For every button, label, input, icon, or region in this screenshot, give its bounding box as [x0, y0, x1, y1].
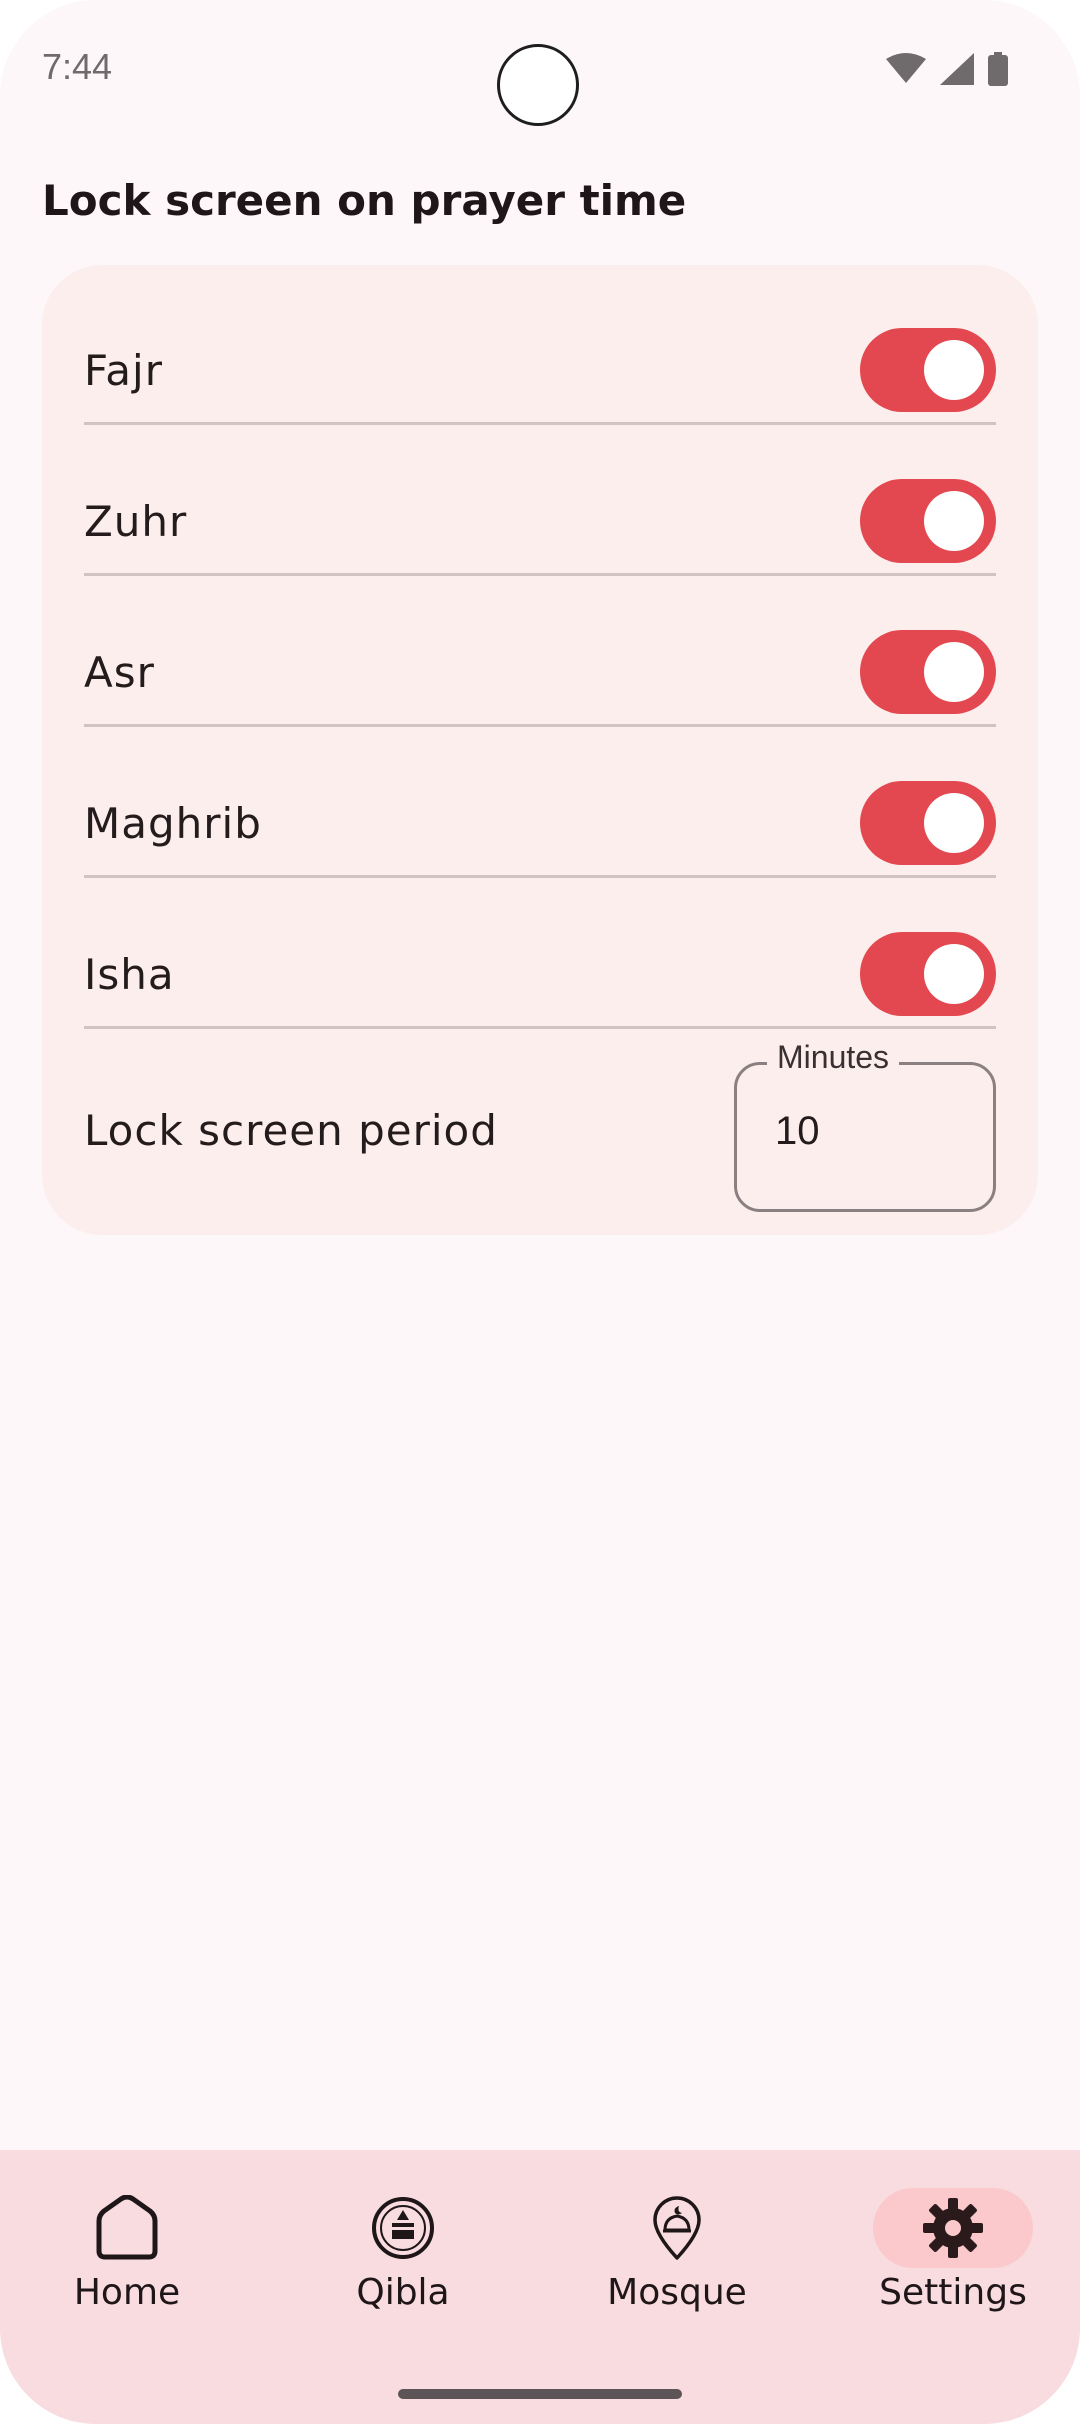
home-icon — [96, 2195, 158, 2260]
qibla-icon — [372, 2197, 434, 2259]
camera-cutout — [497, 44, 579, 126]
toggle-knob — [924, 642, 984, 702]
prayer-lock-card: Fajr Zuhr Asr Maghrib Isha Lock screen p… — [42, 265, 1038, 1235]
lock-period-row: Lock screen period — [84, 1055, 684, 1205]
nav-label-settings: Settings — [879, 2272, 1027, 2313]
wifi-icon — [886, 53, 926, 83]
nav-label-qibla: Qibla — [356, 2272, 450, 2313]
minutes-input[interactable]: Minutes 10 — [734, 1039, 996, 1212]
nav-label-home: Home — [73, 2272, 181, 2313]
bottom-navigation: Home Qibla Mosque Settings — [0, 2150, 1080, 2424]
nav-icon-container — [597, 2188, 757, 2268]
maghrib-toggle[interactable] — [860, 781, 996, 865]
phone-screen: 7:44 Lock screen on prayer time Fajr Zuh… — [0, 0, 1080, 2424]
battery-icon — [988, 52, 1008, 86]
divider — [84, 875, 996, 878]
divider — [84, 724, 996, 727]
divider — [84, 573, 996, 576]
lock-period-label: Lock screen period — [84, 1105, 498, 1155]
nav-item-qibla[interactable]: Qibla — [303, 2188, 503, 2313]
nav-item-settings[interactable]: Settings — [853, 2188, 1053, 2313]
home-indicator[interactable] — [398, 2389, 682, 2399]
divider — [84, 422, 996, 425]
isha-toggle[interactable] — [860, 932, 996, 1016]
nav-label-mosque: Mosque — [607, 2272, 747, 2313]
toggle-knob — [924, 491, 984, 551]
status-icons — [886, 52, 1008, 86]
prayer-label: Isha — [84, 949, 175, 999]
fajr-toggle[interactable] — [860, 328, 996, 412]
minutes-field-label: Minutes — [767, 1039, 900, 1076]
signal-icon — [940, 53, 974, 85]
status-bar: 7:44 — [0, 0, 1080, 140]
nav-icon-container — [47, 2188, 207, 2268]
prayer-label: Fajr — [84, 345, 163, 395]
minutes-value[interactable]: 10 — [775, 1109, 820, 1154]
asr-toggle[interactable] — [860, 630, 996, 714]
prayer-label: Maghrib — [84, 798, 262, 848]
page-title: Lock screen on prayer time — [42, 176, 687, 225]
gear-icon — [923, 2198, 983, 2258]
nav-icon-container-active — [873, 2188, 1033, 2268]
toggle-knob — [924, 944, 984, 1004]
divider — [84, 1026, 996, 1029]
zuhr-toggle[interactable] — [860, 479, 996, 563]
nav-item-home[interactable]: Home — [27, 2188, 227, 2313]
prayer-label: Zuhr — [84, 496, 188, 546]
nav-item-mosque[interactable]: Mosque — [577, 2188, 777, 2313]
toggle-knob — [924, 340, 984, 400]
prayer-label: Asr — [84, 647, 155, 697]
status-time: 7:44 — [42, 46, 113, 87]
mosque-icon — [653, 2196, 701, 2260]
toggle-knob — [924, 793, 984, 853]
nav-icon-container — [323, 2188, 483, 2268]
